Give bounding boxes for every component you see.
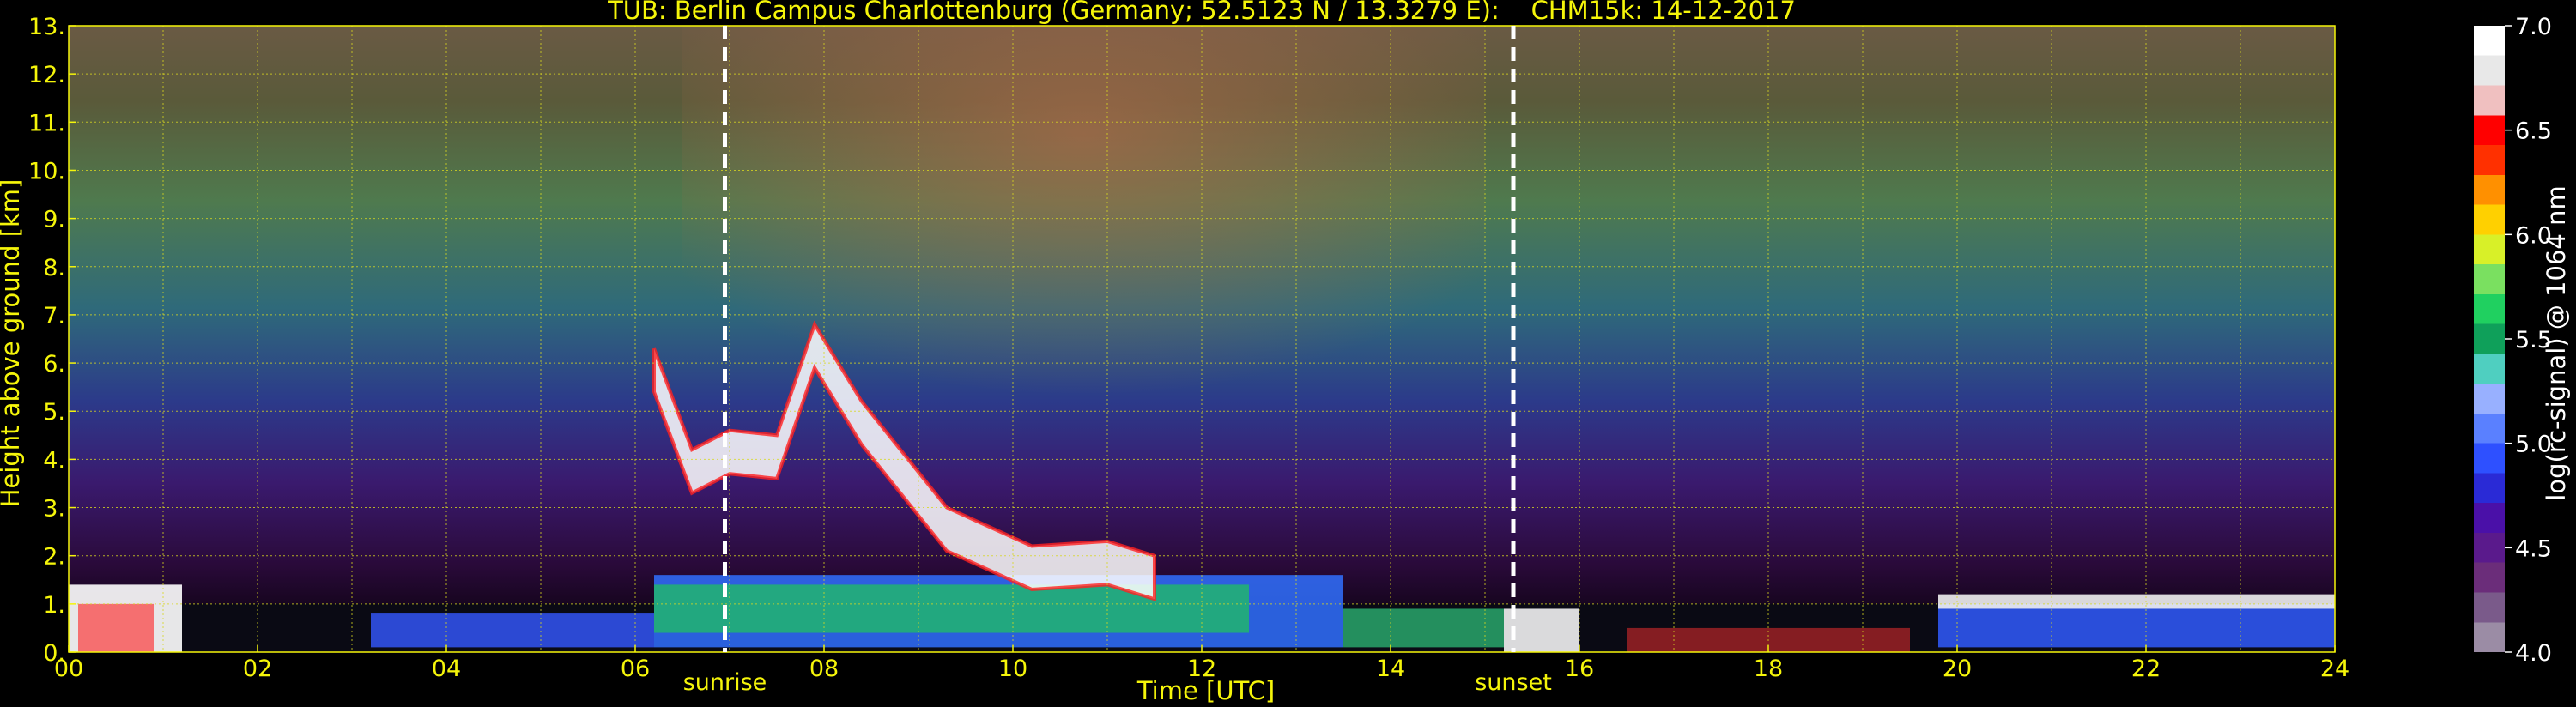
colorbar-tick-label: 6.5 [2515,118,2552,145]
y-tick-label: 0. [43,640,65,667]
y-tick-label: 1. [43,592,65,619]
ceilometer-chart: sunrise sunset 00 02 04 06 08 10 12 14 16 18 20 22 24… [0,0,2571,705]
aerosol-layer-band [1343,608,1504,648]
y-tick-label: 10. [28,158,65,184]
y-tick-label: 13. [28,14,65,40]
colorbar-label: log(rc-signal) @ 1064 nm [2542,185,2571,500]
boundary-layer-band [1938,603,2335,648]
x-axis-label: Time [UTC] [1136,676,1275,705]
y-tick-label: 8. [43,255,65,281]
y-tick-label: 6. [43,351,65,378]
y-tick-label: 4. [43,447,65,474]
x-tick-label: 02 [243,656,272,682]
colorbar-tick-label: 4.5 [2515,535,2552,562]
cloud-core-band [78,603,154,652]
x-tick-label: 24 [2320,656,2349,682]
plot-area [69,26,2335,652]
y-tick-label: 3. [43,496,65,523]
x-tick-label: 14 [1376,656,1405,682]
y-tick-label: 2. [43,544,65,571]
colorbar-tick-label: 7.0 [2515,14,2552,40]
aerosol-layer-band [654,584,1249,633]
sun-marker-label: sunset [1475,669,1552,696]
x-tick-label: 22 [2131,656,2161,682]
y-tick-label: 11. [28,110,65,136]
x-tick-label: 20 [1943,656,1972,682]
x-tick-label: 18 [1754,656,1783,682]
y-tick-label: 12. [28,62,65,88]
y-tick-label: 7. [43,303,65,329]
chart-title: TUB: Berlin Campus Charlottenburg (Germa… [607,0,1796,25]
layer-top-band [1938,594,2335,609]
x-tick-label: 16 [1565,656,1594,682]
colorbar-tick-label: 4.0 [2515,640,2552,667]
x-tick-label: 10 [998,656,1027,682]
x-tick-label: 06 [621,656,650,682]
x-tick-label: 08 [809,656,839,682]
sun-marker-label: sunrise [683,669,767,696]
y-axis-label: Height above ground [km] [0,179,25,508]
boundary-layer-band [371,613,654,648]
y-tick-label: 9. [43,207,65,233]
x-tick-label: 04 [432,656,461,682]
colorbar [2474,26,2505,652]
y-tick-label: 5. [43,399,65,426]
